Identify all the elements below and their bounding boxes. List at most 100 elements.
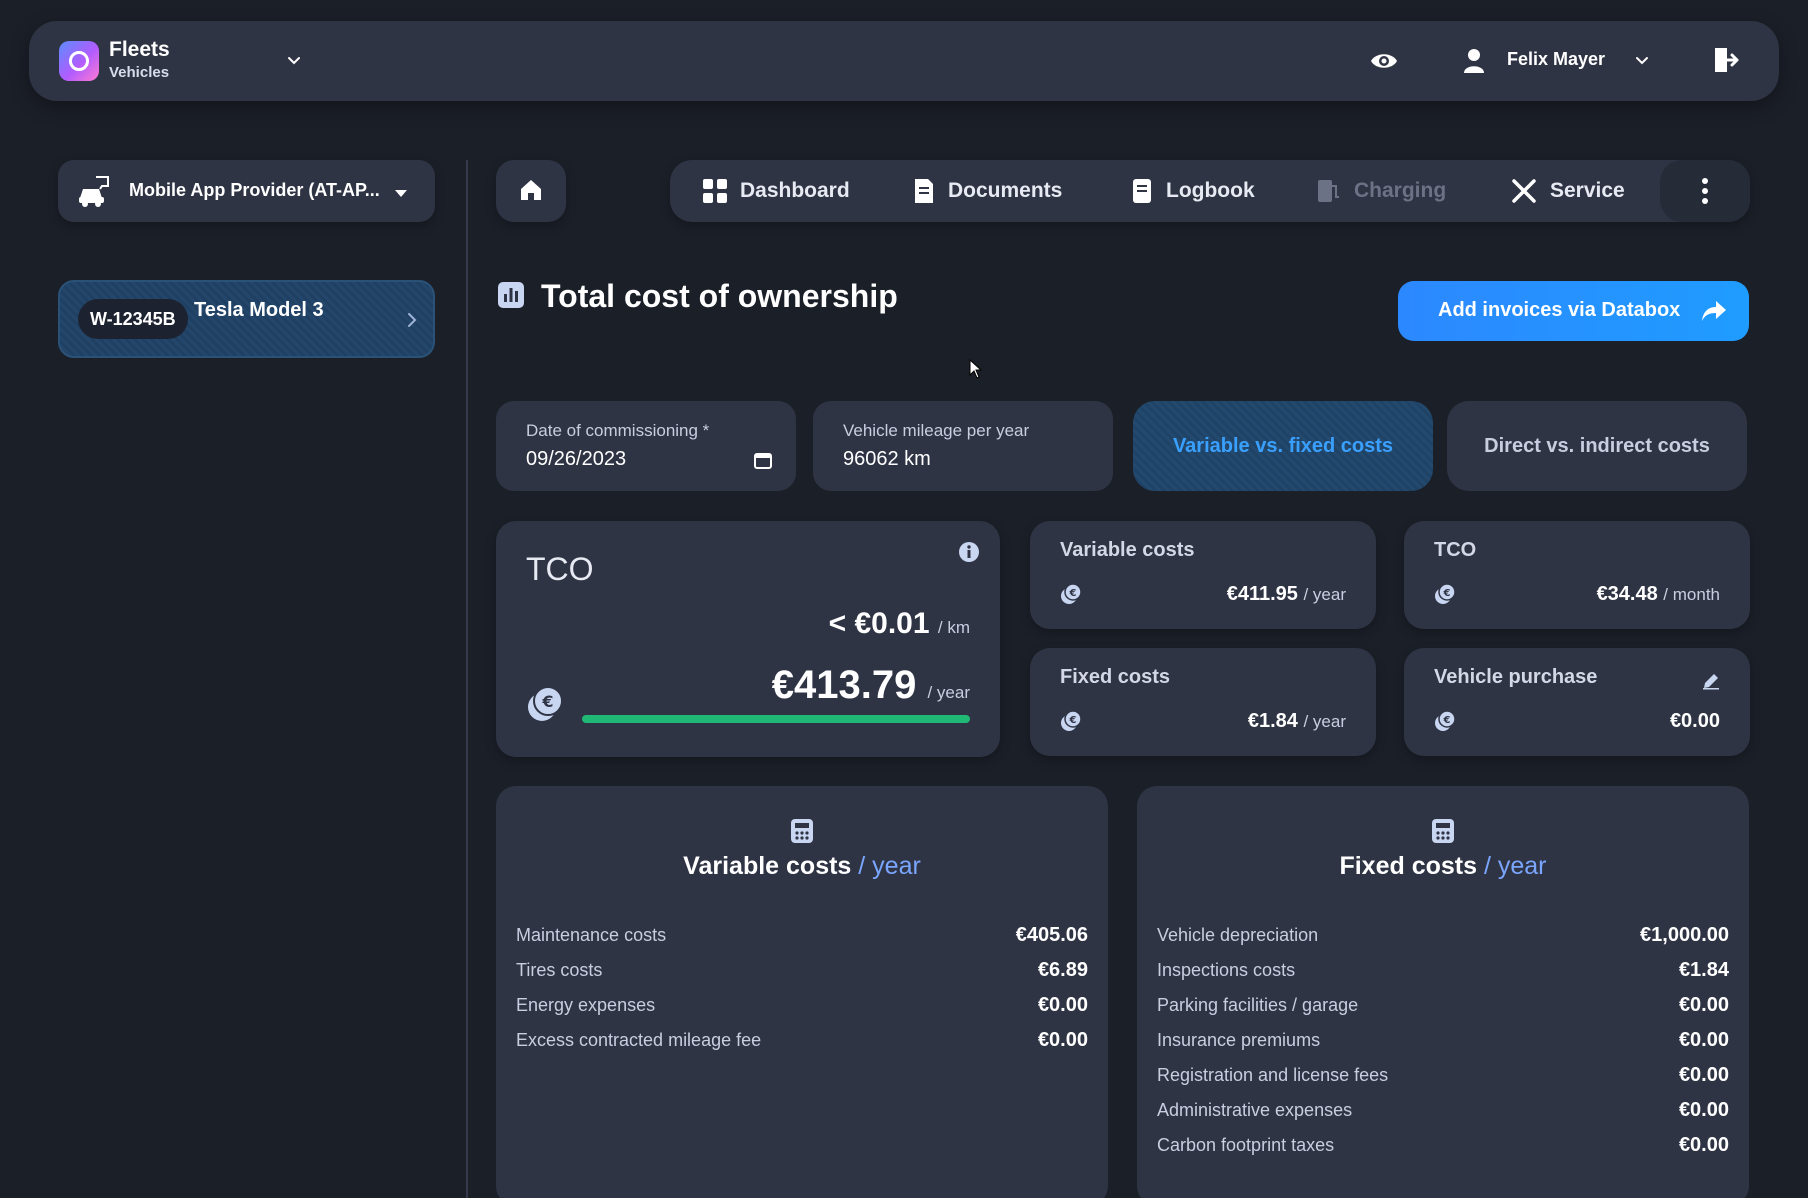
app-subtitle: Vehicles [109,64,170,81]
user-icon[interactable] [1462,47,1486,75]
fixed-costs-unit: / year [1303,712,1346,731]
tco-per-year-unit: / year [927,683,970,702]
cost-value: €0.00 [1678,1028,1729,1051]
app-title: Fleets [109,38,170,61]
calendar-icon[interactable] [754,451,772,469]
euro-coins-icon: € [528,686,563,721]
page-title: Total cost of ownership [541,278,898,314]
tab-logbook[interactable]: Logbook [1130,160,1255,222]
euro-coins-icon: € [1061,583,1082,604]
cost-label: Parking facilities / garage [1157,994,1359,1015]
cost-value: €0.00 [1678,1133,1729,1156]
app-switcher-chevron-down-icon[interactable] [287,54,301,68]
euro-coins-icon: € [1435,583,1456,604]
main-nav: Dashboard Documents Logbook Charging Ser… [670,160,1750,222]
tab-documents-label: Documents [948,179,1063,202]
calculator-icon [1432,819,1454,843]
vehicle-purchase-value: €0.00 [1669,710,1720,732]
eye-icon[interactable] [1369,47,1399,75]
tab-service-label: Service [1550,179,1625,202]
mileage-label: Vehicle mileage per year [843,421,1030,440]
variable-costs-breakdown-title-suffix: / year [858,852,921,880]
edit-icon[interactable] [1702,672,1720,690]
variable-costs-card: Variable costs € €411.95 / year [1030,521,1376,629]
fixed-costs-breakdown: Fixed costs / year Vehicle depreciation €… [1137,786,1749,1198]
svg-text:€: € [1443,715,1451,726]
tco-month-amount: €34.48 [1596,583,1658,605]
cost-row: Excess contracted mileage fee €0.00 [516,1025,1088,1055]
cost-label: Registration and license fees [1157,1064,1389,1085]
info-icon[interactable] [958,541,980,563]
commissioning-date-field[interactable]: Date of commissioning * 09/26/2023 [496,401,796,491]
add-invoices-label: Add invoices via Databox [1438,299,1681,321]
cost-value: €405.06 [1015,923,1088,946]
cost-value: €6.89 [1037,958,1088,981]
caret-down-icon [394,186,408,197]
cost-label: Inspections costs [1157,959,1296,980]
variable-costs-value: €411.95 / year [1227,583,1346,606]
tco-per-km-unit: / km [937,618,970,637]
cost-value: €0.00 [1678,993,1729,1016]
more-vertical-icon [1702,178,1708,204]
fixed-costs-card: Fixed costs € €1.84 / year [1030,648,1376,756]
more-menu-button[interactable] [1660,160,1750,222]
tab-documents[interactable]: Documents [912,160,1062,222]
tco-month-unit: / month [1663,585,1720,604]
tco-month-card: TCO € €34.48 / month [1404,521,1750,629]
tab-charging[interactable]: Charging [1316,160,1446,222]
fixed-costs-title: Fixed costs [1060,666,1171,688]
top-bar: Fleets Vehicles Felix Mayer [29,21,1779,101]
variable-costs-breakdown-title-text: Variable costs [683,852,852,880]
fleets-logo [59,41,99,81]
add-invoices-button[interactable]: Add invoices via Databox [1398,281,1749,341]
tco-card: TCO < €0.01 / km €413.79 / year € [496,521,1000,757]
svg-text:€: € [1069,588,1077,599]
vehicle-purchase-card: Vehicle purchase € €0.00 [1404,648,1750,756]
cost-label: Insurance premiums [1157,1029,1321,1050]
svg-text:€: € [1443,588,1451,599]
chart-icon [498,282,524,308]
fixed-costs-breakdown-title-suffix: / year [1483,852,1547,880]
cost-value: €0.00 [1678,1063,1729,1086]
provider-select[interactable]: Mobile App Provider (AT-AP... [58,160,435,222]
segment-direct-vs-indirect[interactable]: Direct vs. indirect costs [1447,401,1747,491]
user-menu-chevron-down-icon[interactable] [1635,54,1649,68]
commissioning-date-label: Date of commissioning * [526,421,710,440]
tco-progress-bar [582,715,970,723]
svg-text:€: € [541,692,553,711]
home-button[interactable] [496,160,566,222]
provider-label: Mobile App Provider (AT-AP... [129,180,380,200]
cost-row: Registration and license fees €0.00 [1157,1060,1729,1090]
segment-variable-vs-fixed[interactable]: Variable vs. fixed costs [1133,401,1433,491]
user-name[interactable]: Felix Mayer [1507,49,1605,70]
commissioning-date-value: 09/26/2023 [526,448,627,470]
tab-dashboard[interactable]: Dashboard [702,160,850,222]
variable-costs-title: Variable costs [1060,539,1195,561]
fixed-costs-breakdown-title-text: Fixed costs [1339,852,1478,880]
vehicle-card[interactable]: W-12345B Tesla Model 3 [58,280,435,358]
variable-costs-breakdown: Variable costs / year Maintenance costs €… [496,786,1108,1198]
sidebar-divider [466,160,468,1198]
tco-month-title: TCO [1434,539,1477,561]
tab-charging-label: Charging [1354,179,1447,202]
tab-service[interactable]: Service [1510,160,1625,222]
cost-row: Vehicle depreciation €1,000.00 [1157,920,1729,950]
tco-month-value: €34.48 / month [1597,583,1720,606]
cost-row: Tires costs €6.89 [516,955,1088,985]
cost-value: €0.00 [1037,993,1088,1016]
tco-per-year-value: €413.79 [771,663,917,707]
vehicle-purchase-title: Vehicle purchase [1434,666,1598,688]
tco-per-km: < €0.01 / km [829,607,970,641]
cost-label: Excess contracted mileage fee [516,1029,762,1050]
charging-icon [1318,180,1339,202]
cost-row: Administrative expenses €0.00 [1157,1095,1729,1125]
mileage-field[interactable]: Vehicle mileage per year 96062 km [813,401,1113,491]
svg-text:€: € [1069,715,1077,726]
fixed-costs-breakdown-title: Fixed costs / year [1137,852,1749,881]
variable-costs-breakdown-title: Variable costs / year [496,852,1108,881]
mouse-cursor-icon [969,359,983,379]
logout-icon[interactable] [1712,45,1740,75]
cost-value: €0.00 [1037,1028,1088,1051]
cost-value: €1,000.00 [1640,923,1729,946]
cost-label: Maintenance costs [516,924,667,945]
